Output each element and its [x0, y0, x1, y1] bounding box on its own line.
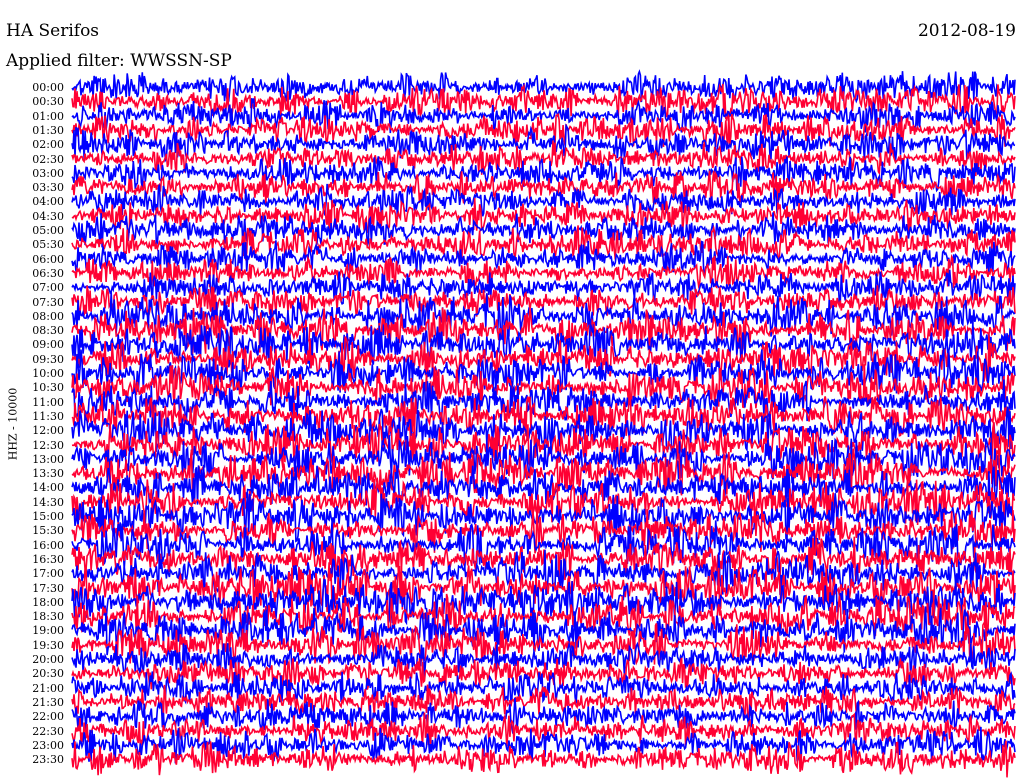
seismogram-plot	[71, 69, 1016, 778]
